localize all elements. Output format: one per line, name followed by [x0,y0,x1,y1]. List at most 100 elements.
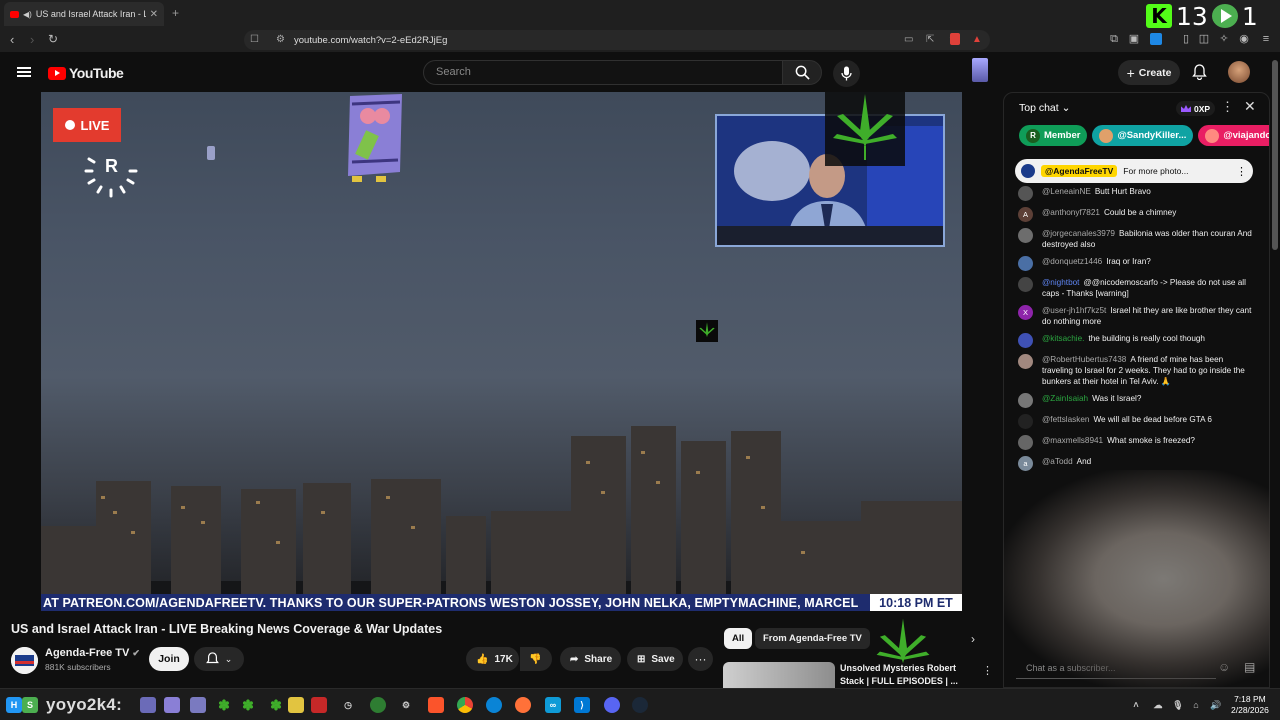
chat-message[interactable]: @ZainIsaiah Was it Israel? [1018,390,1254,411]
extension-blue-icon[interactable] [1150,33,1162,45]
towelie-taskbar-icon[interactable] [140,697,156,713]
shield-app-icon[interactable] [370,697,386,713]
chat-mode-dropdown[interactable]: Top chat ⌄ [1019,102,1070,114]
clock[interactable]: 7:18 PM 2/28/2026 [1231,694,1269,716]
chat-author[interactable]: @kitsachie. [1042,334,1084,343]
chat-message[interactable]: @jorgecanales3979 Babilonia was older tha… [1018,225,1254,253]
browser-tab[interactable]: ◀) US and Israel Attack Iran - LIV ✕ [4,2,164,26]
back-icon[interactable]: ‹ [10,32,14,47]
leaf-taskbar-icon-2[interactable]: ✽ [240,697,256,713]
dislike-button[interactable]: 👎 [520,647,552,671]
chat-avatar[interactable] [1018,277,1033,292]
recommended-menu-icon[interactable]: ⋮ [982,664,993,677]
ticker-viajandoan[interactable]: @viajandoan... [1198,125,1269,146]
search-button[interactable] [782,60,822,85]
vscode-icon[interactable]: ⟩ [574,697,590,713]
leaf-taskbar-icon-3[interactable]: ✽ [268,697,284,713]
arduino-icon[interactable]: ∞ [545,697,561,713]
save-button[interactable]: ⊞ Save [627,647,683,671]
subscribe-bell-button[interactable]: ⌄ [194,647,244,671]
chat-author[interactable]: @jorgecanales3979 [1042,229,1115,238]
site-info-icon[interactable]: ⚙ [276,34,285,45]
chat-avatar[interactable]: A [1018,207,1033,222]
chat-message[interactable]: A @anthonyf7821 Could be a chimney [1018,204,1254,225]
chat-input[interactable]: Chat as a subscriber... [1016,657,1216,679]
brave-browser-icon[interactable] [428,697,444,713]
settings-icon[interactable]: ⚙ [398,697,414,713]
reload-icon[interactable]: ↻ [48,32,58,46]
tray-app-icon[interactable]: ☁ [1150,697,1166,713]
chat-message[interactable]: @fettslasken We will all be dead before G… [1018,411,1254,432]
chat-message[interactable]: @nightbot @@nicodemoscarfo -> Please do n… [1018,274,1254,302]
widgets-icon[interactable]: H [6,697,22,713]
sidebar-icon[interactable]: ▯ [1180,33,1192,45]
notifications-bell-icon[interactable] [1192,64,1207,80]
pinned-message[interactable]: @AgendaFreeTV For more photo... ⋮ [1015,159,1253,183]
tray-chevron-icon[interactable]: ˄ [1128,697,1144,713]
menu-icon[interactable]: ≡ [1260,33,1272,45]
close-chat-icon[interactable]: ✕ [1244,98,1256,115]
youtube-logo[interactable]: YouTube [48,65,124,81]
chat-avatar[interactable] [1018,414,1033,429]
firefox-icon[interactable] [515,697,531,713]
new-tab-button[interactable]: + [172,6,179,20]
address-bar[interactable]: ☐ ⚙ youtube.com/watch?v=2-eEd2RJjEg ▭ ⇱ … [244,30,990,50]
folder-icon[interactable] [288,697,304,713]
chat-avatar[interactable] [1018,354,1033,369]
chat-message[interactable]: a @aTodd And [1018,453,1254,474]
channel-avatar[interactable] [11,647,38,674]
chat-author[interactable]: @donquetz1446 [1042,257,1102,266]
chat-avatar[interactable] [1018,186,1033,201]
recommended-thumbnail[interactable] [723,662,835,688]
create-button[interactable]: + Create [1118,60,1180,85]
chat-avatar[interactable] [1018,435,1033,450]
steam-icon[interactable] [632,697,648,713]
channel-name[interactable]: Agenda-Free TV ✔ [45,647,140,659]
share-page-icon[interactable]: ⇱ [926,34,934,45]
news-app-icon[interactable] [311,697,327,713]
leo-icon[interactable]: ✧ [1218,33,1230,45]
cast-icon[interactable]: ▭ [904,34,913,45]
join-button[interactable]: Join [149,647,189,671]
chat-avatar[interactable] [1018,393,1033,408]
towelie-taskbar-icon-3[interactable] [190,697,206,713]
chat-avatar[interactable]: a [1018,456,1033,471]
extensions-icon[interactable]: ⧉ [1108,33,1120,45]
network-icon[interactable]: ⌂ [1188,697,1204,713]
super-chat-icon[interactable]: ▤ [1244,660,1255,674]
vpn-icon[interactable]: ◉ [1238,33,1250,45]
volume-icon[interactable]: 🔊 [1208,697,1224,713]
account-avatar[interactable] [1228,61,1250,83]
chat-author[interactable]: @maxmells8941 [1042,436,1103,445]
chat-message[interactable]: @RobertHubertus7438 A friend of mine has … [1018,351,1254,390]
chat-message[interactable]: @kitsachie. the building is really cool t… [1018,330,1254,351]
screenshot-icon[interactable]: ▣ [1128,33,1140,45]
microphone-tray-icon[interactable]: 🎙 [1170,697,1186,713]
chat-author[interactable]: @fettslasken [1042,415,1089,424]
chat-avatar[interactable] [1018,256,1033,271]
chat-author[interactable]: @nightbot [1042,278,1079,287]
leaf-taskbar-icon[interactable]: ✽ [216,697,232,713]
forward-icon[interactable]: › [30,32,34,47]
chat-author[interactable]: @aTodd [1042,457,1073,466]
chat-author[interactable]: @user-jh1hf7kz5t [1042,306,1106,315]
rewards-icon[interactable]: ▲ [972,34,982,45]
chat-author[interactable]: @ZainIsaiah [1042,394,1088,403]
pinned-menu-icon[interactable]: ⋮ [1236,165,1247,178]
clock-app-icon[interactable]: ◷ [340,697,356,713]
brave-shield-icon[interactable] [950,33,960,45]
chip-all[interactable]: All [724,628,753,649]
chat-author[interactable]: @RobertHubertus7438 [1042,355,1126,364]
chat-message[interactable]: @LeneainNE Butt Hurt Bravo [1018,183,1254,204]
chat-options-icon[interactable]: ⋮ [1221,99,1234,115]
chat-message[interactable]: @donquetz1446 Iraq or Iran? [1018,253,1254,274]
video-player[interactable]: LIVE R AT PATREON.COM/AGENDAFREETV. THAN… [41,92,962,611]
discord-icon[interactable] [604,697,620,713]
chat-author[interactable]: @LeneainNE [1042,187,1091,196]
chat-avatar[interactable]: X [1018,305,1033,320]
like-button[interactable]: 👍 17K [466,647,519,671]
hamburger-menu-icon[interactable] [17,67,31,77]
chips-next-icon[interactable]: › [971,632,975,646]
bookmark-icon[interactable]: ☐ [250,34,259,45]
chat-avatar[interactable] [1018,228,1033,243]
